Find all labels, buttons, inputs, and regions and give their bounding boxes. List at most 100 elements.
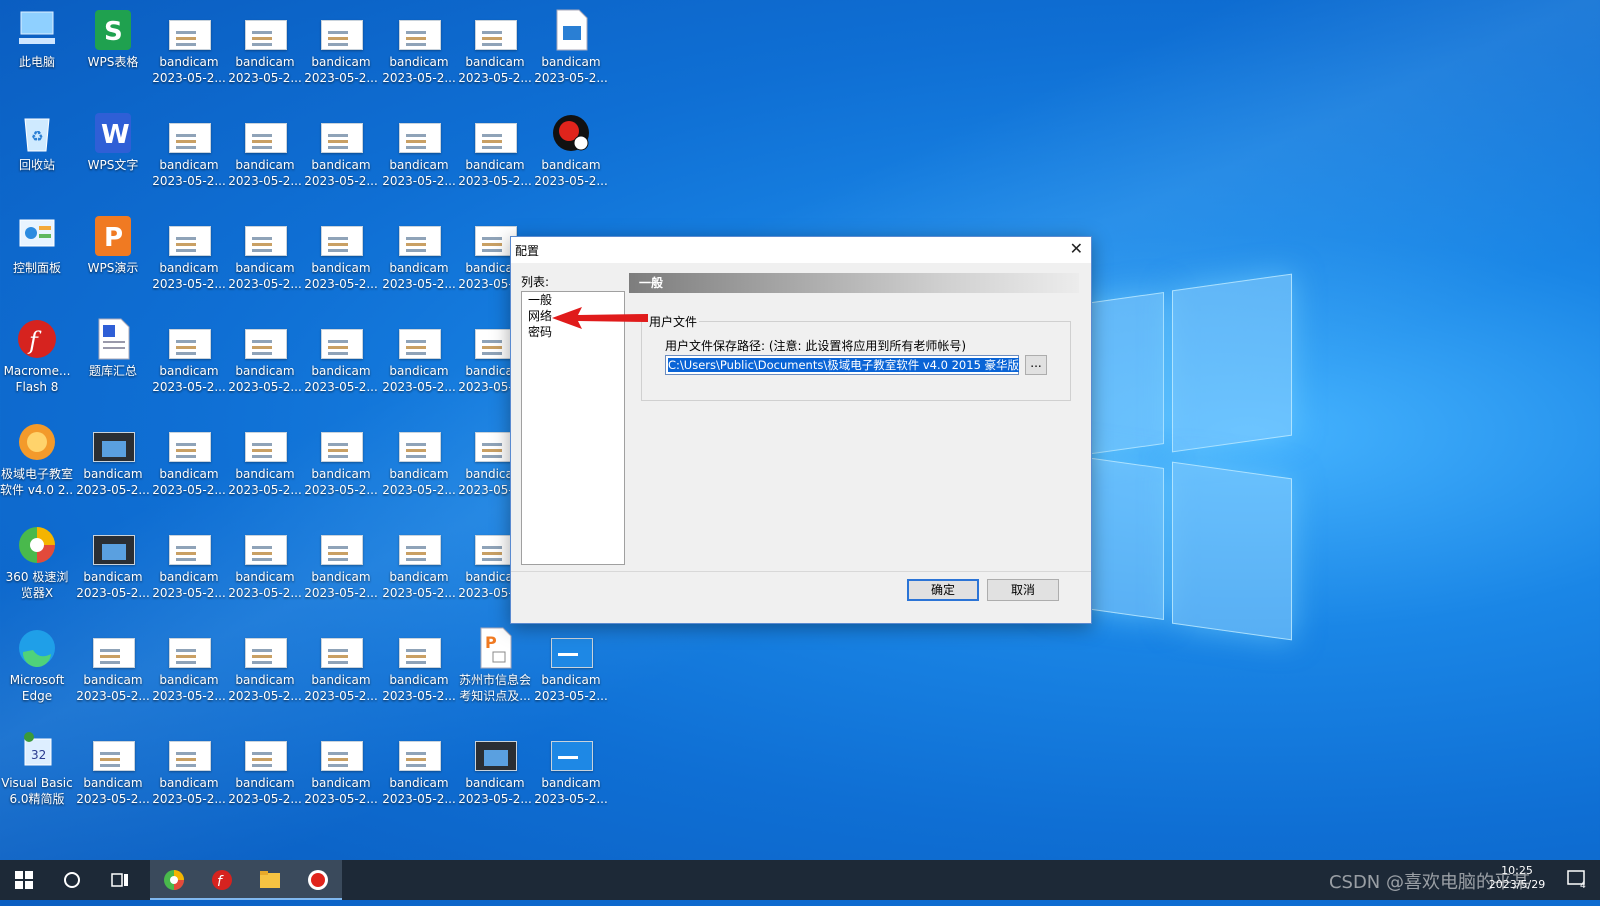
desktop-icon-edge[interactable]: Microsoft Edge	[0, 618, 74, 714]
icon-date: 2023-05-2...	[228, 277, 302, 291]
desktop-icon-bandicam-file[interactable]: bandicam 2023-05-2...	[228, 103, 302, 199]
system-clock[interactable]: 10:25 2023/5/29	[1482, 864, 1552, 892]
icon-date: 2023-05-2...	[304, 174, 378, 188]
desktop-icon-bandicam-file[interactable]: bandicam 2023-05-2...	[304, 206, 378, 302]
desktop-icon-control-panel[interactable]: 控制面板	[0, 206, 74, 302]
desktop-icon-bandicam-file[interactable]: bandicam 2023-05-2...	[76, 618, 150, 714]
icon-date: 2023-05-2...	[152, 71, 226, 85]
icon-date: 2023-05-2...	[382, 277, 456, 291]
dialog-titlebar[interactable]: 配置 ✕	[511, 237, 1091, 263]
notification-icon[interactable]: 4	[1566, 868, 1588, 891]
desktop-icon-bandicam-file[interactable]: bandicam 2023-05-2...	[228, 721, 302, 817]
taskbar-file-explorer[interactable]	[246, 860, 294, 900]
close-icon[interactable]: ✕	[1070, 239, 1083, 258]
icon-date: 2023-05-2...	[228, 689, 302, 703]
save-path-input[interactable]: C:\Users\Public\Documents\极域电子教室软件 v4.0 …	[665, 355, 1020, 375]
wps-sheets-icon: S	[93, 8, 133, 52]
desktop-icon-bandicam-file[interactable]: bandicam 2023-05-2...	[76, 412, 150, 508]
image-file-icon	[399, 329, 441, 359]
desktop-icon-bandicam-file[interactable]: bandicam 2023-05-2...	[228, 309, 302, 405]
desktop-icon-bandicam-file[interactable]: bandicam 2023-05-2...	[304, 515, 378, 611]
desktop-icon-bandicam-file[interactable]: bandicam 2023-05-2...	[382, 412, 456, 508]
image-file-icon	[399, 535, 441, 565]
desktop-icon-bandicam-file[interactable]: bandicam 2023-05-2...	[458, 721, 532, 817]
desktop-icon-bandicam-file[interactable]: bandicam 2023-05-2...	[534, 721, 608, 817]
icon-label: bandicam	[541, 776, 601, 790]
desktop-icon-bandicam-file[interactable]: bandicam 2023-05-2...	[152, 206, 226, 302]
presentation-file-icon: P	[475, 626, 515, 670]
category-listbox[interactable]: 一般 网络 密码	[521, 291, 625, 565]
icon-date: 2023-05-2...	[228, 174, 302, 188]
desktop-icon-bandicam-file[interactable]: bandicam 2023-05-2...	[76, 515, 150, 611]
task-view-button[interactable]	[96, 860, 144, 900]
desktop-icon-recycle-bin[interactable]: ♻ 回收站	[0, 103, 74, 199]
desktop-icon-this-pc[interactable]: 此电脑	[0, 0, 74, 96]
desktop-icon-video-file[interactable]: bandicam 2023-05-2...	[534, 0, 608, 96]
desktop-icon-bandicam-file[interactable]: bandicam 2023-05-2...	[382, 0, 456, 96]
desktop-icon-jiyu[interactable]: 极域电子教室 软件 v4.0 2...	[0, 412, 74, 508]
desktop-icon-visual-basic[interactable]: 32 Visual Basic 6.0精简版	[0, 721, 74, 817]
desktop-icon-bandicam-file[interactable]: bandicam 2023-05-2...	[304, 721, 378, 817]
ok-button[interactable]: 确定	[907, 579, 979, 601]
icon-label: Microsoft	[9, 673, 65, 687]
image-file-icon	[475, 741, 517, 771]
taskbar-flash[interactable]: f	[198, 860, 246, 900]
desktop-icon-bandicam-file[interactable]: bandicam 2023-05-2...	[152, 515, 226, 611]
desktop-icon-bandicam-file[interactable]: bandicam 2023-05-2...	[304, 618, 378, 714]
desktop-icon-bandicam-file[interactable]: bandicam 2023-05-2...	[152, 103, 226, 199]
desktop-icon-bandicam-file[interactable]: bandicam 2023-05-2...	[152, 412, 226, 508]
desktop-icon-bandicam-app[interactable]: bandicam 2023-05-2...	[534, 103, 608, 199]
desktop-icon-bandicam-file[interactable]: bandicam 2023-05-2...	[304, 103, 378, 199]
desktop-icon-wps-sheets[interactable]: S WPS表格	[76, 0, 150, 96]
desktop-icon-bandicam-file[interactable]: bandicam 2023-05-2...	[304, 0, 378, 96]
desktop-icon-wps-presentation[interactable]: P WPS演示	[76, 206, 150, 302]
icon-date: 2023-05-2...	[76, 483, 150, 497]
desktop-icon-bandicam-file[interactable]: bandicam 2023-05-2...	[228, 206, 302, 302]
icon-date: 2023-05-2...	[382, 380, 456, 394]
config-dialog: 配置 ✕ 列表: 一般 网络 密码 一般 用户文件 用户文件保存路径: (注意:…	[510, 236, 1092, 624]
desktop-icon-bandicam-file[interactable]: bandicam 2023-05-2...	[458, 0, 532, 96]
desktop-icon-bandicam-file[interactable]: bandicam 2023-05-2...	[76, 721, 150, 817]
desktop-icon-bandicam-file[interactable]: bandicam 2023-05-2...	[152, 0, 226, 96]
desktop-icon-bandicam-file[interactable]: bandicam 2023-05-2...	[228, 412, 302, 508]
image-file-icon	[245, 638, 287, 668]
icon-label: bandicam	[159, 467, 219, 481]
desktop-icon-wps-writer[interactable]: W WPS文字	[76, 103, 150, 199]
desktop-icon-bandicam-file[interactable]: bandicam 2023-05-2...	[228, 0, 302, 96]
cancel-button[interactable]: 取消	[987, 579, 1059, 601]
desktop-icon-bandicam-file[interactable]: bandicam 2023-05-2...	[382, 618, 456, 714]
desktop-icon-bandicam-file[interactable]: bandicam 2023-05-2...	[152, 618, 226, 714]
taskbar-360-browser[interactable]	[150, 860, 198, 900]
desktop-icon-bandicam-file[interactable]: bandicam 2023-05-2...	[228, 618, 302, 714]
desktop-icon-bandicam-file[interactable]: bandicam 2023-05-2...	[152, 309, 226, 405]
image-file-icon	[245, 329, 287, 359]
browse-button[interactable]: ...	[1025, 355, 1047, 375]
image-file-icon	[399, 123, 441, 153]
group-title: 用户文件	[647, 313, 700, 330]
icon-date: 2023-05-2...	[534, 792, 608, 806]
desktop-icon-bandicam-file[interactable]: bandicam 2023-05-2...	[152, 721, 226, 817]
desktop-icon-bandicam-file[interactable]: bandicam 2023-05-2...	[228, 515, 302, 611]
icon-label: bandicam	[311, 776, 371, 790]
desktop-icon-bandicam-file[interactable]: bandicam 2023-05-2...	[382, 103, 456, 199]
desktop-icon-360-browser[interactable]: 360 极速浏 览器X	[0, 515, 74, 611]
taskbar-bandicam[interactable]	[294, 860, 342, 900]
image-file-icon	[399, 741, 441, 771]
desktop-icon-bandicam-file[interactable]: bandicam 2023-05-2...	[382, 721, 456, 817]
icon-date: 2023-05-2...	[458, 71, 532, 85]
icon-label: bandicam	[83, 776, 143, 790]
desktop-icon-bandicam-file[interactable]: bandicam 2023-05-2...	[304, 412, 378, 508]
desktop-icon-bandicam-file[interactable]: bandicam 2023-05-2...	[458, 103, 532, 199]
desktop-icon-flash8[interactable]: f Macrome... Flash 8	[0, 309, 74, 405]
360-browser-icon	[164, 870, 184, 890]
desktop-icon-question-bank[interactable]: 题库汇总	[76, 309, 150, 405]
desktop-icon-bandicam-file[interactable]: bandicam 2023-05-2...	[304, 309, 378, 405]
desktop-icon-bandicam-file[interactable]: bandicam 2023-05-2...	[382, 515, 456, 611]
desktop-icon-suzhou-doc[interactable]: P 苏州市信息会 考知识点及...	[458, 618, 532, 714]
desktop-icon-bandicam-file[interactable]: bandicam 2023-05-2...	[382, 206, 456, 302]
desktop-icon-bandicam-file[interactable]: bandicam 2023-05-2...	[382, 309, 456, 405]
clock-time: 10:25	[1501, 864, 1533, 877]
search-button[interactable]	[48, 860, 96, 900]
desktop-icon-bandicam-file[interactable]: bandicam 2023-05-2...	[534, 618, 608, 714]
start-button[interactable]	[0, 860, 48, 900]
